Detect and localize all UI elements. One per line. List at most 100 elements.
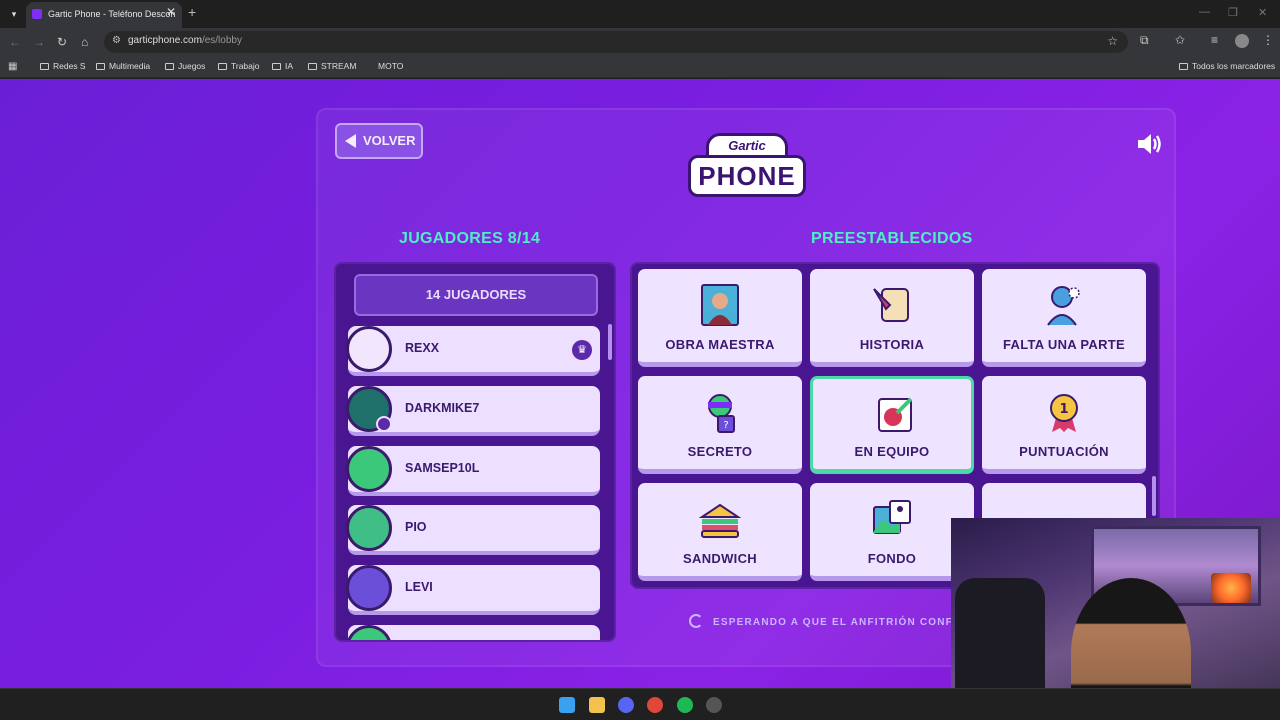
volver-button[interactable]: VOLVER bbox=[335, 123, 423, 159]
back-nav-icon[interactable]: ← bbox=[9, 34, 21, 50]
bookmark-label: STREAM bbox=[321, 61, 357, 71]
bookmark-folder[interactable]: Multimedia bbox=[96, 61, 150, 71]
profile-avatar[interactable] bbox=[1235, 34, 1249, 48]
scroll-quill-icon bbox=[873, 288, 909, 322]
bookmarks-bar: Redes S Multimedia Juegos Trabajo IA STR… bbox=[0, 56, 1280, 78]
file-explorer-icon[interactable] bbox=[589, 697, 605, 713]
maximize-icon[interactable]: ❐ bbox=[1228, 6, 1238, 19]
forward-nav-icon[interactable]: → bbox=[33, 34, 45, 50]
url-text: garticphone.com/es/lobby bbox=[128, 35, 242, 46]
bookmark-star-icon[interactable]: ☆ bbox=[1107, 34, 1118, 48]
site-info-icon[interactable]: ⚙ bbox=[112, 35, 121, 46]
waiting-text: ESPERANDO A QUE EL ANFITRIÓN CONFIGU bbox=[713, 617, 975, 628]
discord-icon[interactable] bbox=[618, 697, 634, 713]
spotify-icon[interactable] bbox=[677, 697, 693, 713]
preset-label: SANDWICH bbox=[683, 551, 757, 566]
preset-puntuacion[interactable]: 1 PUNTUACIÓN bbox=[982, 376, 1146, 474]
player-name: LEVI bbox=[405, 580, 433, 594]
bookmark-folder[interactable]: Redes S bbox=[40, 61, 86, 71]
bookmark-label: Juegos bbox=[178, 61, 206, 71]
preset-obra-maestra[interactable]: OBRA MAESTRA bbox=[638, 269, 802, 367]
address-bar[interactable]: ⚙ garticphone.com/es/lobby ☆ bbox=[104, 31, 1128, 53]
bookmark-folder[interactable]: STREAM bbox=[308, 61, 356, 71]
extensions-icon[interactable]: ⧉ bbox=[1140, 33, 1149, 48]
url-path: /es/lobby bbox=[201, 35, 242, 46]
bookmark-label: Redes S bbox=[53, 61, 86, 71]
bookmark-folder[interactable]: IA bbox=[272, 61, 293, 71]
folder-icon bbox=[40, 63, 49, 70]
url-host: garticphone.com bbox=[128, 35, 202, 46]
window-close-icon[interactable]: ✕ bbox=[1258, 6, 1267, 19]
home-icon[interactable]: ⌂ bbox=[81, 34, 88, 50]
avatar bbox=[346, 446, 392, 492]
bookmark-link[interactable]: MOTO bbox=[378, 61, 403, 71]
folder-icon bbox=[308, 63, 317, 70]
player-row: REXX ♛ bbox=[346, 326, 600, 376]
preset-label: FALTA UNA PARTE bbox=[1003, 337, 1125, 352]
close-tab-icon[interactable]: ✕ bbox=[166, 6, 176, 18]
bookmark-label: Todos los marcadores bbox=[1192, 61, 1276, 71]
tab-search-icon[interactable]: ▾ bbox=[6, 6, 22, 22]
presets-scrollbar[interactable] bbox=[1152, 476, 1156, 516]
menu-kebab-icon[interactable]: ⋮ bbox=[1262, 33, 1274, 47]
preset-historia[interactable]: HISTORIA bbox=[810, 269, 974, 367]
loading-spinner-icon bbox=[689, 614, 703, 628]
bookmark-label: Trabajo bbox=[231, 61, 260, 71]
player-row bbox=[346, 625, 600, 640]
bookmark-label: IA bbox=[285, 61, 294, 71]
apps-grid-icon[interactable]: ▦ bbox=[8, 61, 19, 72]
missing-piece-icon bbox=[1047, 286, 1080, 326]
player-name: PIO bbox=[405, 520, 427, 534]
avatar bbox=[346, 505, 392, 551]
folder-icon bbox=[272, 63, 281, 70]
bookmark-folder[interactable]: Juegos bbox=[165, 61, 205, 71]
preset-label: FONDO bbox=[867, 551, 917, 566]
host-crown-icon: ♛ bbox=[572, 340, 592, 360]
preset-falta-una-parte[interactable]: FALTA UNA PARTE bbox=[982, 269, 1146, 367]
folder-icon bbox=[1179, 63, 1188, 70]
player-row: LEVI bbox=[346, 565, 600, 615]
players-heading: JUGADORES 8/14 bbox=[399, 230, 541, 247]
folder-icon bbox=[96, 63, 105, 70]
windows-start-icon[interactable] bbox=[559, 697, 575, 713]
preset-en-equipo[interactable]: EN EQUIPO bbox=[810, 376, 974, 474]
chrome-icon[interactable] bbox=[647, 697, 663, 713]
folder-icon bbox=[165, 63, 174, 70]
players-scrollbar[interactable] bbox=[608, 324, 612, 360]
preset-label: PUNTUACIÓN bbox=[1019, 444, 1109, 459]
new-tab-icon[interactable]: + bbox=[188, 5, 196, 19]
preset-label: SECRETO bbox=[687, 444, 753, 459]
ninja-icon: ? bbox=[708, 394, 735, 433]
background-picture-icon bbox=[873, 500, 911, 534]
media-control-icon[interactable]: ≡ bbox=[1211, 33, 1218, 47]
logo-top-text: Gartic bbox=[728, 138, 766, 153]
all-bookmarks[interactable]: Todos los marcadores bbox=[1179, 61, 1275, 71]
bookmark-label: Multimedia bbox=[109, 61, 151, 71]
folder-icon bbox=[218, 63, 227, 70]
obs-icon[interactable] bbox=[706, 697, 722, 713]
waiting-status: ESPERANDO A QUE EL ANFITRIÓN CONFIGU bbox=[689, 614, 974, 628]
bookmark-folder[interactable]: Trabajo bbox=[218, 61, 260, 71]
browser-tab[interactable]: Gartic Phone - Teléfono Descon bbox=[26, 2, 182, 28]
preset-sandwich[interactable]: SANDWICH bbox=[638, 483, 802, 581]
svg-text:1: 1 bbox=[1059, 402, 1068, 417]
preset-secreto[interactable]: ? SECRETO bbox=[638, 376, 802, 474]
speaker-icon[interactable] bbox=[1136, 132, 1164, 156]
player-count-button[interactable]: 14 JUGADORES bbox=[354, 274, 598, 316]
preset-label: OBRA MAESTRA bbox=[665, 337, 775, 352]
svg-text:?: ? bbox=[723, 420, 728, 431]
medal-icon: 1 bbox=[1050, 394, 1078, 432]
logo-bottom: PHONE bbox=[688, 155, 806, 197]
player-name: REXX bbox=[405, 341, 440, 355]
favorites-icon[interactable]: ✩ bbox=[1175, 33, 1185, 47]
gartic-phone-logo: Gartic PHONE bbox=[684, 127, 810, 201]
back-arrow-icon bbox=[345, 134, 356, 148]
minimize-icon[interactable]: — bbox=[1199, 6, 1210, 18]
avatar bbox=[346, 565, 392, 611]
tab-title: Gartic Phone - Teléfono Descon bbox=[48, 9, 176, 19]
presets-heading: PREESTABLECIDOS bbox=[811, 230, 973, 247]
logo-bottom-text: PHONE bbox=[698, 161, 796, 191]
preset-label: EN EQUIPO bbox=[854, 444, 930, 459]
reload-icon[interactable]: ↻ bbox=[57, 34, 67, 50]
preset-fondo[interactable]: FONDO bbox=[810, 483, 974, 581]
